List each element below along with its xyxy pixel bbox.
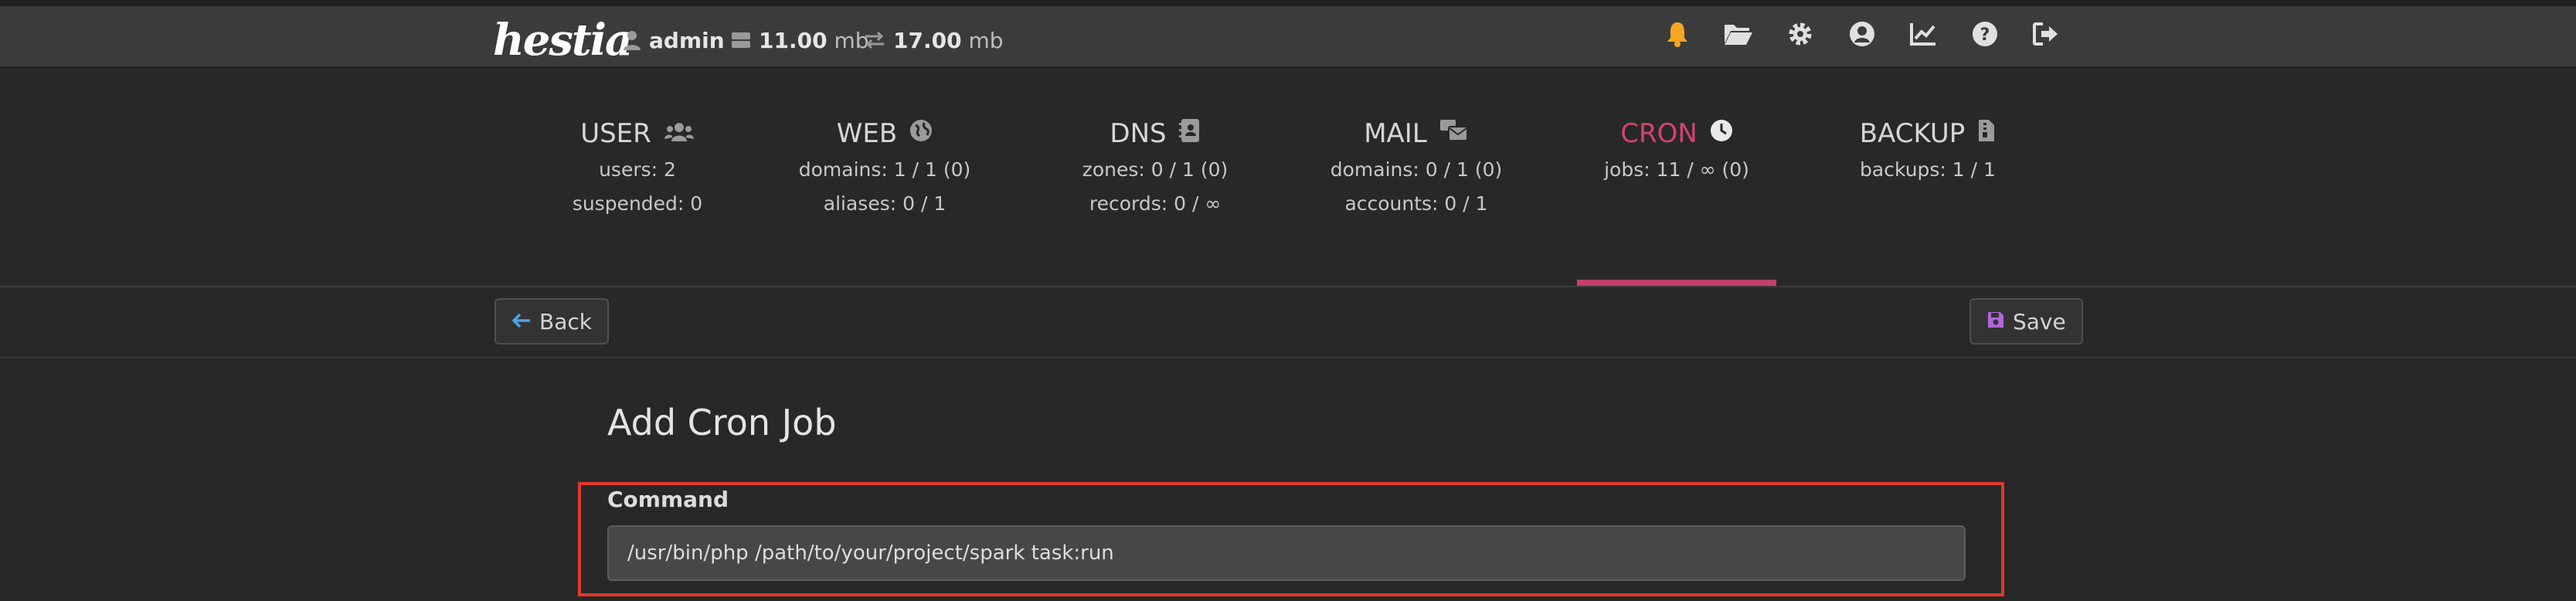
tab-backup[interactable]: BACKUP backups: 1 / 1 bbox=[1812, 114, 2044, 187]
disk-usage-stat: 11.00 mb bbox=[731, 12, 869, 68]
tab-stat-line: accounts: 0 / 1 bbox=[1344, 192, 1488, 215]
arrow-left-icon bbox=[511, 309, 532, 334]
bandwidth-value: 17.00 bbox=[893, 27, 962, 53]
user-stat[interactable]: admin bbox=[623, 12, 725, 68]
help-button[interactable]: ? bbox=[1969, 20, 2000, 51]
svg-text:?: ? bbox=[1980, 25, 1990, 45]
tab-stat-line: jobs: 11 / ∞ (0) bbox=[1604, 158, 1749, 181]
disk-value: 11.00 bbox=[759, 27, 828, 53]
chart-icon bbox=[1909, 22, 1937, 49]
tab-stat-line: domains: 0 / 1 (0) bbox=[1330, 158, 1503, 181]
hard-drive-icon bbox=[731, 32, 751, 49]
floppy-disk-icon bbox=[1986, 309, 2005, 334]
tab-user[interactable]: USER users: 2 suspended: 0 bbox=[522, 114, 753, 221]
tab-stat-line: zones: 0 / 1 (0) bbox=[1082, 158, 1229, 181]
save-button-label: Save bbox=[2013, 308, 2066, 334]
address-book-icon bbox=[1178, 118, 1201, 150]
gear-icon bbox=[1787, 21, 1813, 50]
file-archive-icon bbox=[1977, 118, 1996, 149]
tab-title: BACKUP bbox=[1859, 118, 1966, 149]
tab-stat-line: suspended: 0 bbox=[572, 192, 703, 215]
tab-title: MAIL bbox=[1364, 118, 1427, 149]
hestia-logo[interactable]: hestia bbox=[493, 12, 633, 68]
user-account-button[interactable] bbox=[1847, 20, 1878, 51]
help-icon: ? bbox=[1972, 21, 1998, 50]
bandwidth-stat: 17.00 mb bbox=[864, 12, 1004, 68]
tab-title: USER bbox=[580, 118, 651, 149]
folder-icon bbox=[1723, 22, 1754, 49]
user-icon bbox=[623, 29, 641, 51]
back-button[interactable]: Back bbox=[494, 298, 609, 345]
clock-icon bbox=[1710, 118, 1733, 149]
page-title: Add Cron Job bbox=[607, 402, 837, 443]
tab-web[interactable]: WEB domains: 1 / 1 (0) aliases: 0 / 1 bbox=[769, 114, 1001, 221]
tab-title: CRON bbox=[1620, 118, 1698, 149]
back-button-label: Back bbox=[539, 308, 592, 334]
tab-stat-line: domains: 1 / 1 (0) bbox=[798, 158, 971, 181]
tab-stat-line: records: 0 / ∞ bbox=[1089, 192, 1222, 215]
top-navbar: hestia admin 11.00 mb 17.00 mb ? bbox=[0, 0, 2576, 68]
globe-icon bbox=[909, 118, 933, 149]
tab-title: DNS bbox=[1110, 118, 1167, 149]
tab-stat-line: backups: 1 / 1 bbox=[1860, 158, 1996, 181]
tab-stat-line: users: 2 bbox=[599, 158, 676, 181]
logout-icon bbox=[2032, 22, 2060, 49]
active-tab-indicator bbox=[1577, 280, 1776, 286]
tab-cron[interactable]: CRON jobs: 11 / ∞ (0) bbox=[1561, 114, 1793, 187]
summary-tabs: USER users: 2 suspended: 0 WEB domains: … bbox=[0, 68, 2576, 287]
action-toolbar: Back Save bbox=[0, 287, 2576, 358]
command-input[interactable] bbox=[607, 525, 1966, 581]
bandwidth-unit: mb bbox=[968, 27, 1004, 53]
user-circle-icon bbox=[1849, 21, 1875, 50]
username: admin bbox=[649, 27, 725, 53]
file-manager-button[interactable] bbox=[1723, 20, 1754, 51]
exchange-icon bbox=[864, 30, 885, 50]
bell-icon bbox=[1666, 21, 1689, 50]
statistics-button[interactable] bbox=[1908, 20, 1939, 51]
notifications-button[interactable] bbox=[1662, 20, 1693, 51]
logout-button[interactable] bbox=[2031, 20, 2061, 51]
save-button[interactable]: Save bbox=[1969, 298, 2083, 345]
command-label: Command bbox=[607, 487, 729, 512]
mail-bulk-icon bbox=[1439, 118, 1469, 149]
tab-title: WEB bbox=[836, 118, 898, 149]
users-icon bbox=[664, 118, 695, 149]
tab-stat-line: aliases: 0 / 1 bbox=[823, 192, 946, 215]
tab-dns[interactable]: DNS zones: 0 / 1 (0) records: 0 / ∞ bbox=[1039, 114, 1271, 221]
server-settings-button[interactable] bbox=[1785, 20, 1816, 51]
tab-mail[interactable]: MAIL domains: 0 / 1 (0) accounts: 0 / 1 bbox=[1300, 114, 1532, 221]
